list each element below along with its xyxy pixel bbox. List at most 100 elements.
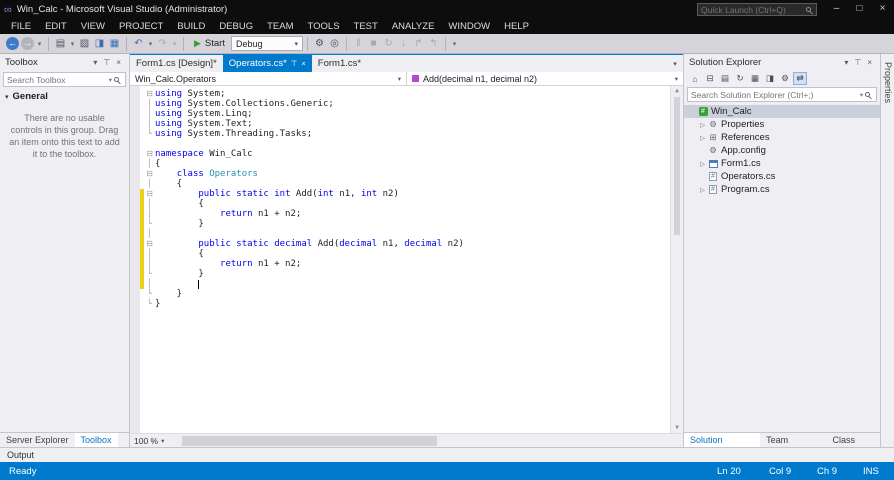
- breakpoint-margin-cell[interactable]: [130, 189, 140, 199]
- breakpoint-margin-cell[interactable]: [130, 249, 140, 259]
- outlining-margin-cell[interactable]: └: [144, 219, 155, 229]
- outlining-margin-cell[interactable]: [144, 139, 155, 149]
- breakpoint-margin-cell[interactable]: [130, 219, 140, 229]
- properties-vertical-tab[interactable]: Properties: [883, 54, 893, 103]
- undo-dropdown-icon[interactable]: ▾: [146, 40, 155, 48]
- menu-test[interactable]: TEST: [347, 21, 385, 32]
- view-code-icon[interactable]: ◨: [763, 73, 777, 84]
- breakpoint-margin-cell[interactable]: [130, 199, 140, 209]
- editor-tab-1[interactable]: Form1.cs [Design]*: [130, 55, 223, 72]
- outlining-margin-cell[interactable]: ⊟: [144, 89, 155, 99]
- quick-launch-box[interactable]: [697, 3, 817, 16]
- save-all-icon[interactable]: ▦: [107, 38, 122, 49]
- start-debug-button[interactable]: ▶ Start: [188, 38, 231, 49]
- breakpoint-margin-cell[interactable]: [130, 239, 140, 249]
- nav-forward-icon[interactable]: →: [21, 37, 34, 50]
- tree-item-properties[interactable]: ▷ ⚙ Properties: [684, 118, 880, 131]
- toolbox-section-general[interactable]: ▾ General: [0, 89, 129, 104]
- tree-item-win-calc[interactable]: # Win_Calc: [684, 105, 880, 118]
- breakpoint-margin-cell[interactable]: [130, 299, 140, 309]
- menu-project[interactable]: PROJECT: [112, 21, 170, 32]
- outlining-margin-cell[interactable]: │: [144, 179, 155, 189]
- output-window-bar[interactable]: Output: [0, 447, 894, 462]
- minimize-button[interactable]: –: [825, 0, 848, 19]
- breakpoint-margin-cell[interactable]: [130, 209, 140, 219]
- outlining-margin-cell[interactable]: └: [144, 299, 155, 309]
- close-icon[interactable]: ×: [113, 58, 124, 67]
- restart-icon[interactable]: ↻: [381, 38, 396, 49]
- nav-back-icon[interactable]: ←: [6, 37, 19, 50]
- menu-team[interactable]: TEAM: [260, 21, 300, 32]
- code-editor[interactable]: ⊟ using System; │ using System.Collections.…: [130, 86, 683, 433]
- outlining-margin-cell[interactable]: ⊟: [144, 189, 155, 199]
- step-into-icon[interactable]: ↓: [396, 38, 411, 49]
- scroll-down-icon[interactable]: ▼: [671, 423, 683, 433]
- open-file-icon[interactable]: ▨: [77, 38, 92, 49]
- properties-window-icon[interactable]: ⚙: [778, 73, 792, 84]
- show-all-files-icon[interactable]: ▦: [748, 73, 762, 84]
- undo-icon[interactable]: ↶: [131, 38, 146, 49]
- close-button[interactable]: ×: [871, 0, 894, 19]
- breakpoint-margin-cell[interactable]: [130, 149, 140, 159]
- outlining-margin-cell[interactable]: └: [144, 129, 155, 139]
- vertical-scrollbar[interactable]: ▲ ▼: [670, 86, 683, 433]
- outlining-margin-cell[interactable]: │: [144, 209, 155, 219]
- expand-arrow-icon[interactable]: ▷: [698, 134, 707, 142]
- outlining-margin-cell[interactable]: │: [144, 159, 155, 169]
- scroll-up-icon[interactable]: ▲: [671, 86, 683, 96]
- toolbox-search-box[interactable]: ▾: [3, 72, 126, 87]
- tab-toolbox[interactable]: Toolbox: [74, 433, 118, 447]
- expand-arrow-icon[interactable]: ▷: [698, 160, 707, 168]
- menu-build[interactable]: BUILD: [170, 21, 212, 32]
- breakpoint-margin-cell[interactable]: [130, 279, 140, 289]
- breakpoint-margin-cell[interactable]: [130, 259, 140, 269]
- breakpoint-margin-cell[interactable]: [130, 139, 140, 149]
- outlining-margin-cell[interactable]: │: [144, 249, 155, 259]
- breakpoint-margin-cell[interactable]: [130, 129, 140, 139]
- solution-platforms-icon[interactable]: ⚙: [312, 38, 327, 49]
- scrollbar-thumb[interactable]: [674, 97, 680, 235]
- member-dropdown[interactable]: Add(decimal n1, decimal n2) ▾: [407, 72, 683, 85]
- close-icon[interactable]: ×: [864, 58, 875, 67]
- outlining-margin-cell[interactable]: │: [144, 229, 155, 239]
- outlining-margin-cell[interactable]: ⊟: [144, 149, 155, 159]
- outlining-margin-cell[interactable]: │: [144, 279, 155, 289]
- zoom-dropdown[interactable]: 100 % ▾: [130, 436, 172, 446]
- tree-item-form1-cs[interactable]: ▷ Form1.cs: [684, 157, 880, 170]
- section-expander-icon[interactable]: ▾: [5, 93, 9, 101]
- tree-item-references[interactable]: ▷ ⊞ References: [684, 131, 880, 144]
- type-dropdown[interactable]: Win_Calc.Operators ▾: [130, 72, 407, 85]
- new-file-icon[interactable]: ▤: [53, 38, 68, 49]
- tab-close-icon[interactable]: ×: [301, 59, 305, 68]
- scrollbar-thumb[interactable]: [182, 436, 437, 446]
- menu-edit[interactable]: EDIT: [38, 21, 74, 32]
- step-out-icon[interactable]: ↰: [426, 38, 441, 49]
- redo-icon[interactable]: ↷: [155, 38, 170, 49]
- outlining-margin-cell[interactable]: │: [144, 199, 155, 209]
- pin-icon[interactable]: ⊤: [851, 58, 864, 67]
- outlining-margin-cell[interactable]: ⊟: [144, 169, 155, 179]
- breakpoint-margin-cell[interactable]: [130, 179, 140, 189]
- chevron-down-icon[interactable]: ▾: [858, 91, 865, 99]
- breakpoint-margin-cell[interactable]: [130, 119, 140, 129]
- pin-icon[interactable]: ⊤: [100, 58, 113, 67]
- menu-file[interactable]: FILE: [4, 21, 38, 32]
- menu-debug[interactable]: DEBUG: [212, 21, 260, 32]
- solution-search-box[interactable]: ▾: [687, 87, 877, 102]
- editor-tab-3[interactable]: Form1.cs*: [312, 55, 367, 72]
- maximize-button[interactable]: □: [848, 0, 871, 19]
- toolbox-search-input[interactable]: [4, 74, 107, 85]
- tab-pin-icon[interactable]: ⊤: [291, 59, 298, 68]
- solution-search-input[interactable]: [688, 89, 858, 100]
- tree-item-program-cs[interactable]: ▷ # Program.cs: [684, 183, 880, 196]
- active-files-dropdown-icon[interactable]: ▾: [667, 60, 683, 68]
- tab-team-explorer[interactable]: Team Explorer: [760, 433, 826, 459]
- breakpoint-margin-cell[interactable]: [130, 89, 140, 99]
- solution-configurations-dropdown[interactable]: Debug ▾: [230, 36, 303, 51]
- redo-dropdown-icon[interactable]: ▾: [170, 40, 179, 48]
- outlining-margin-cell[interactable]: ⊟: [144, 239, 155, 249]
- expand-arrow-icon[interactable]: ▷: [698, 186, 707, 194]
- toolbar-options-icon[interactable]: ▾: [450, 40, 459, 48]
- outlining-margin-cell[interactable]: └: [144, 289, 155, 299]
- breakpoint-margin-cell[interactable]: [130, 289, 140, 299]
